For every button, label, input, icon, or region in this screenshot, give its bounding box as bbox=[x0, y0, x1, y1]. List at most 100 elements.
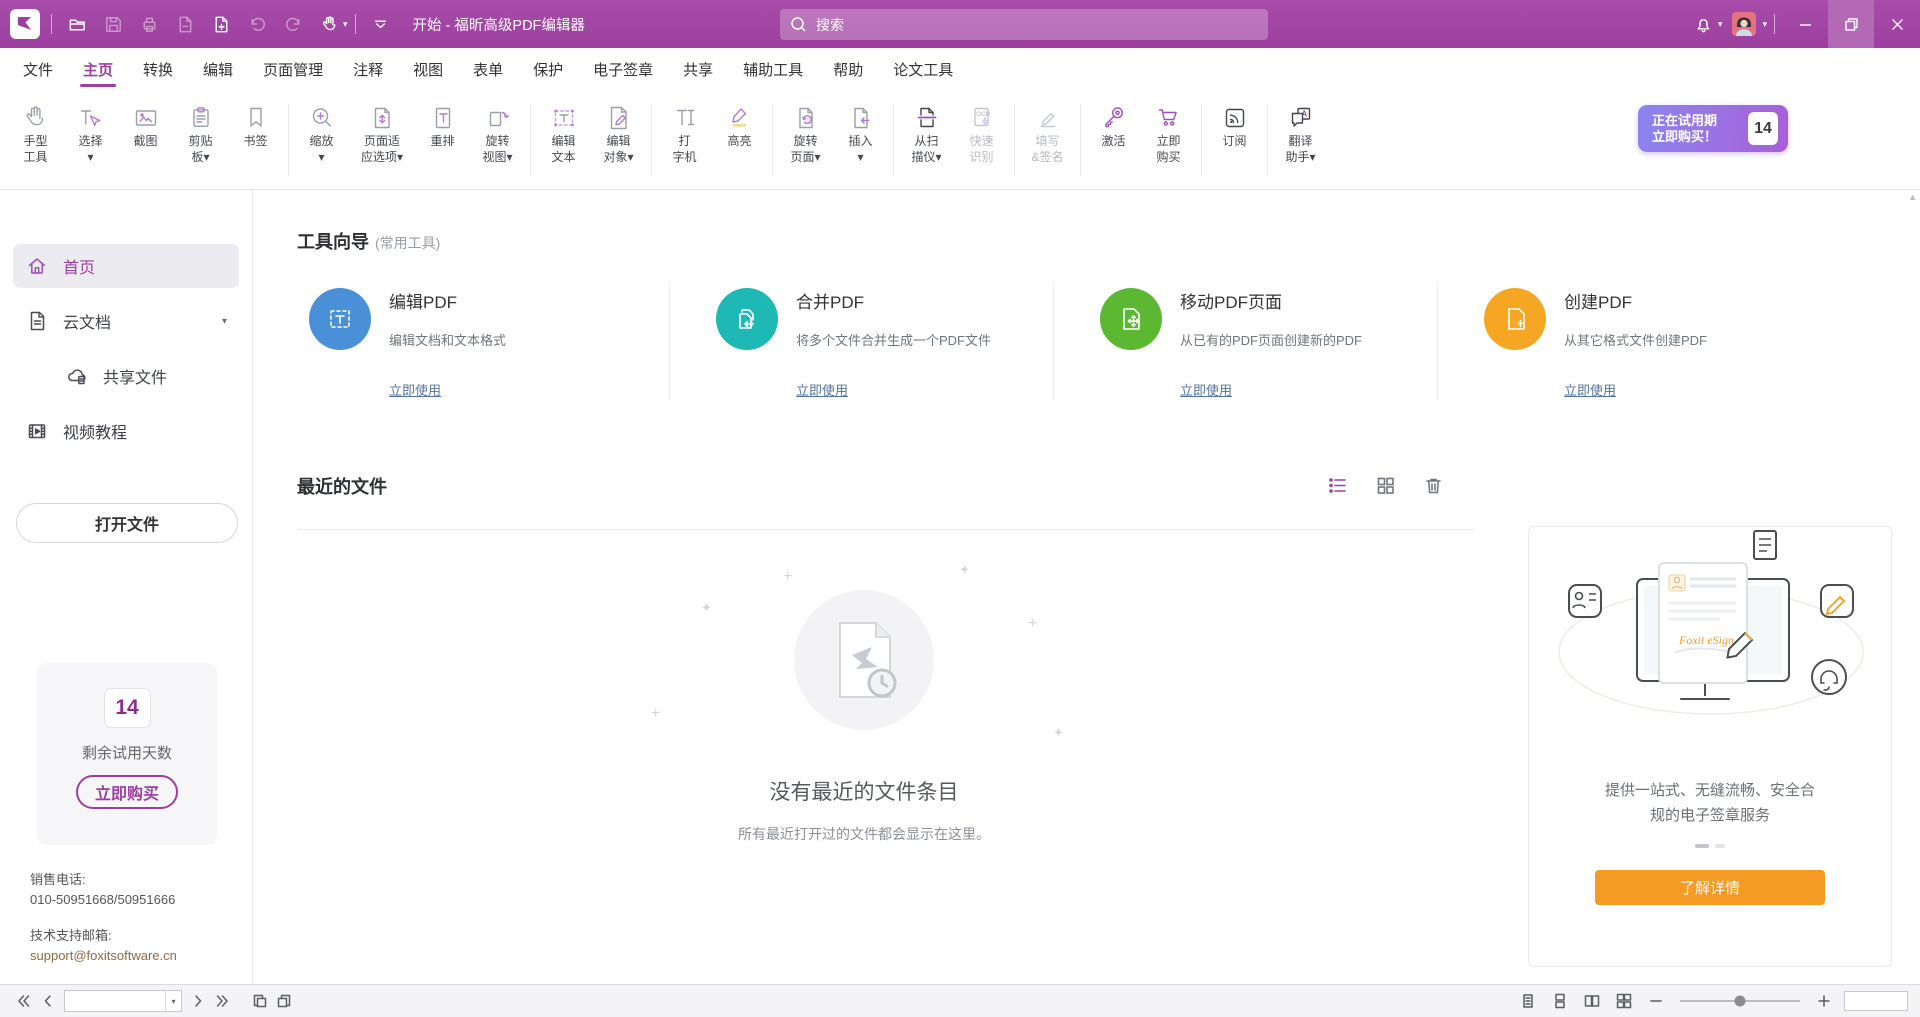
search-box[interactable] bbox=[780, 9, 1268, 40]
use-now-link[interactable]: 立即使用 bbox=[796, 380, 848, 399]
close-button[interactable] bbox=[1874, 0, 1920, 48]
collapse-ribbon-icon[interactable] bbox=[363, 6, 399, 42]
menu-help[interactable]: 帮助 bbox=[818, 48, 878, 94]
page-number-box[interactable]: ▾ bbox=[64, 990, 182, 1012]
cloud-docs-caret-icon[interactable]: ▾ bbox=[222, 316, 227, 327]
continuous-view-icon[interactable] bbox=[1548, 989, 1572, 1013]
zoom-out-icon[interactable] bbox=[1644, 989, 1668, 1013]
sidebar-item-shared-files[interactable]: 共享文件 bbox=[53, 354, 239, 398]
menu-edit[interactable]: 编辑 bbox=[188, 48, 248, 94]
menu-page-organize[interactable]: 页面管理 bbox=[248, 48, 338, 94]
menu-form[interactable]: 表单 bbox=[458, 48, 518, 94]
tool-zoom[interactable]: 缩放▾ bbox=[294, 98, 349, 165]
last-page-icon[interactable] bbox=[210, 989, 234, 1013]
card-edit-pdf[interactable]: 编辑PDF 编辑文档和文本格式 立即使用 bbox=[297, 282, 669, 400]
menu-home[interactable]: 主页 bbox=[68, 48, 128, 94]
undo-icon[interactable] bbox=[239, 6, 275, 42]
tool-typewriter[interactable]: 打字机 bbox=[657, 98, 712, 165]
menu-accessibility[interactable]: 辅助工具 bbox=[728, 48, 818, 94]
card-move-pdf-pages[interactable]: 移动PDF页面 从已有的PDF页面创建新的PDF 立即使用 bbox=[1053, 282, 1437, 400]
menu-esign[interactable]: 电子签章 bbox=[578, 48, 668, 94]
search-input[interactable] bbox=[816, 17, 1258, 33]
tool-select[interactable]: 选择▾ bbox=[63, 98, 118, 165]
sidebar-item-video-tutorials[interactable]: 视频教程 bbox=[13, 409, 239, 453]
zoom-level-input[interactable] bbox=[1845, 992, 1907, 1010]
tool-rotate-view[interactable]: 旋转视图▾ bbox=[470, 98, 525, 165]
sidebar-item-cloud-docs[interactable]: 云文档 ▾ bbox=[13, 299, 239, 343]
carousel-dots[interactable] bbox=[1529, 844, 1891, 848]
tool-clipboard[interactable]: 剪贴板▾ bbox=[173, 98, 228, 165]
use-now-link[interactable]: 立即使用 bbox=[389, 380, 441, 399]
use-now-link[interactable]: 立即使用 bbox=[1564, 380, 1616, 399]
tool-edit-text[interactable]: 编辑文本 bbox=[536, 98, 591, 165]
tool-highlight[interactable]: 高亮 bbox=[712, 98, 767, 149]
save-icon[interactable] bbox=[95, 6, 131, 42]
account-caret-icon[interactable]: ▾ bbox=[1762, 19, 1767, 30]
zoom-in-icon[interactable] bbox=[1812, 989, 1836, 1013]
tool-bookmark[interactable]: 书签 bbox=[228, 98, 283, 149]
zoom-level-box[interactable] bbox=[1844, 991, 1908, 1011]
next-view-icon[interactable] bbox=[272, 989, 296, 1013]
support-email-value[interactable]: support@foxitsoftware.cn bbox=[30, 946, 177, 966]
tool-activate[interactable]: 激活 bbox=[1086, 98, 1141, 149]
facing-continuous-view-icon[interactable] bbox=[1612, 989, 1636, 1013]
facing-view-icon[interactable] bbox=[1580, 989, 1604, 1013]
redo-icon[interactable] bbox=[275, 6, 311, 42]
scrollbar-up-arrow-icon[interactable]: ▲ bbox=[1908, 192, 1917, 202]
sidebar-item-home[interactable]: 首页 bbox=[13, 244, 239, 288]
previous-view-icon[interactable] bbox=[248, 989, 272, 1013]
menu-protect[interactable]: 保护 bbox=[518, 48, 578, 94]
tool-insert[interactable]: 插入▾ bbox=[833, 98, 888, 165]
tool-edit-object[interactable]: 编辑对象▾ bbox=[591, 98, 646, 165]
zoom-slider[interactable] bbox=[1680, 1000, 1800, 1002]
open-file-button[interactable]: 打开文件 bbox=[16, 503, 238, 543]
avatar[interactable] bbox=[1732, 12, 1756, 36]
tool-reflow[interactable]: 重排 bbox=[415, 98, 470, 149]
list-view-icon[interactable] bbox=[1325, 473, 1349, 497]
next-page-icon[interactable] bbox=[186, 989, 210, 1013]
buy-now-button[interactable]: 立即购买 bbox=[76, 775, 178, 809]
clear-recent-trash-icon[interactable] bbox=[1421, 473, 1445, 497]
tool-translate[interactable]: A 翻译助手▾ bbox=[1273, 98, 1328, 165]
tool-page-fit[interactable]: 页面适应选项▾ bbox=[349, 98, 415, 165]
page-number-input[interactable] bbox=[65, 994, 165, 1008]
hand-tool-dropdown-caret-icon[interactable]: ▾ bbox=[343, 19, 348, 30]
app-window: ▾ 开始 - 福昕高级PDF编辑器 ▾ ▾ 文件 主页 bbox=[0, 0, 1920, 1017]
grid-view-icon[interactable] bbox=[1373, 473, 1397, 497]
menu-file[interactable]: 文件 bbox=[8, 48, 68, 94]
previous-page-icon[interactable] bbox=[36, 989, 60, 1013]
page-box-caret-icon[interactable]: ▾ bbox=[165, 991, 181, 1011]
first-page-icon[interactable] bbox=[12, 989, 36, 1013]
tool-fill-sign[interactable]: 填写&签名 bbox=[1020, 98, 1075, 165]
video-icon bbox=[25, 419, 49, 443]
tool-subscribe[interactable]: 订阅 bbox=[1207, 98, 1262, 149]
minimize-button[interactable] bbox=[1782, 0, 1828, 48]
zoom-slider-thumb[interactable] bbox=[1735, 996, 1746, 1007]
notifications-bell-icon[interactable] bbox=[1686, 6, 1722, 42]
menu-view[interactable]: 视图 bbox=[398, 48, 458, 94]
tool-from-scanner[interactable]: 从扫描仪▾ bbox=[899, 98, 954, 165]
learn-more-button[interactable]: 了解详情 bbox=[1595, 870, 1825, 905]
print-icon[interactable] bbox=[131, 6, 167, 42]
menu-share[interactable]: 共享 bbox=[668, 48, 728, 94]
trial-buy-badge[interactable]: 正在试用期立即购买！ 14 bbox=[1638, 105, 1788, 152]
tool-snapshot[interactable]: 截图 bbox=[118, 98, 173, 149]
open-file-icon[interactable] bbox=[59, 6, 95, 42]
window-title: 开始 - 福昕高级PDF编辑器 bbox=[413, 14, 585, 35]
tool-quick-ocr[interactable]: OCR 快速识别 bbox=[954, 98, 1009, 165]
tool-hand[interactable]: 手型工具 bbox=[8, 98, 63, 165]
menu-convert[interactable]: 转换 bbox=[128, 48, 188, 94]
single-page-view-icon[interactable] bbox=[1516, 989, 1540, 1013]
delete-page-icon[interactable] bbox=[167, 6, 203, 42]
use-now-link[interactable]: 立即使用 bbox=[1180, 380, 1232, 399]
card-create-pdf[interactable]: 创建PDF 从其它格式文件创建PDF 立即使用 bbox=[1437, 282, 1821, 400]
notifications-caret-icon[interactable]: ▾ bbox=[1718, 19, 1723, 30]
tool-buy-now[interactable]: 立即购买 bbox=[1141, 98, 1196, 165]
menu-paper-tools[interactable]: 论文工具 bbox=[878, 48, 968, 94]
tool-rotate-pages[interactable]: 旋转页面▾ bbox=[778, 98, 833, 165]
card-merge-pdf[interactable]: 合并PDF 将多个文件合并生成一个PDF文件 立即使用 bbox=[669, 282, 1053, 400]
add-page-icon[interactable] bbox=[203, 6, 239, 42]
menu-comment[interactable]: 注释 bbox=[338, 48, 398, 94]
restore-button[interactable] bbox=[1828, 0, 1874, 48]
hand-tool-quick-icon[interactable] bbox=[311, 6, 347, 42]
